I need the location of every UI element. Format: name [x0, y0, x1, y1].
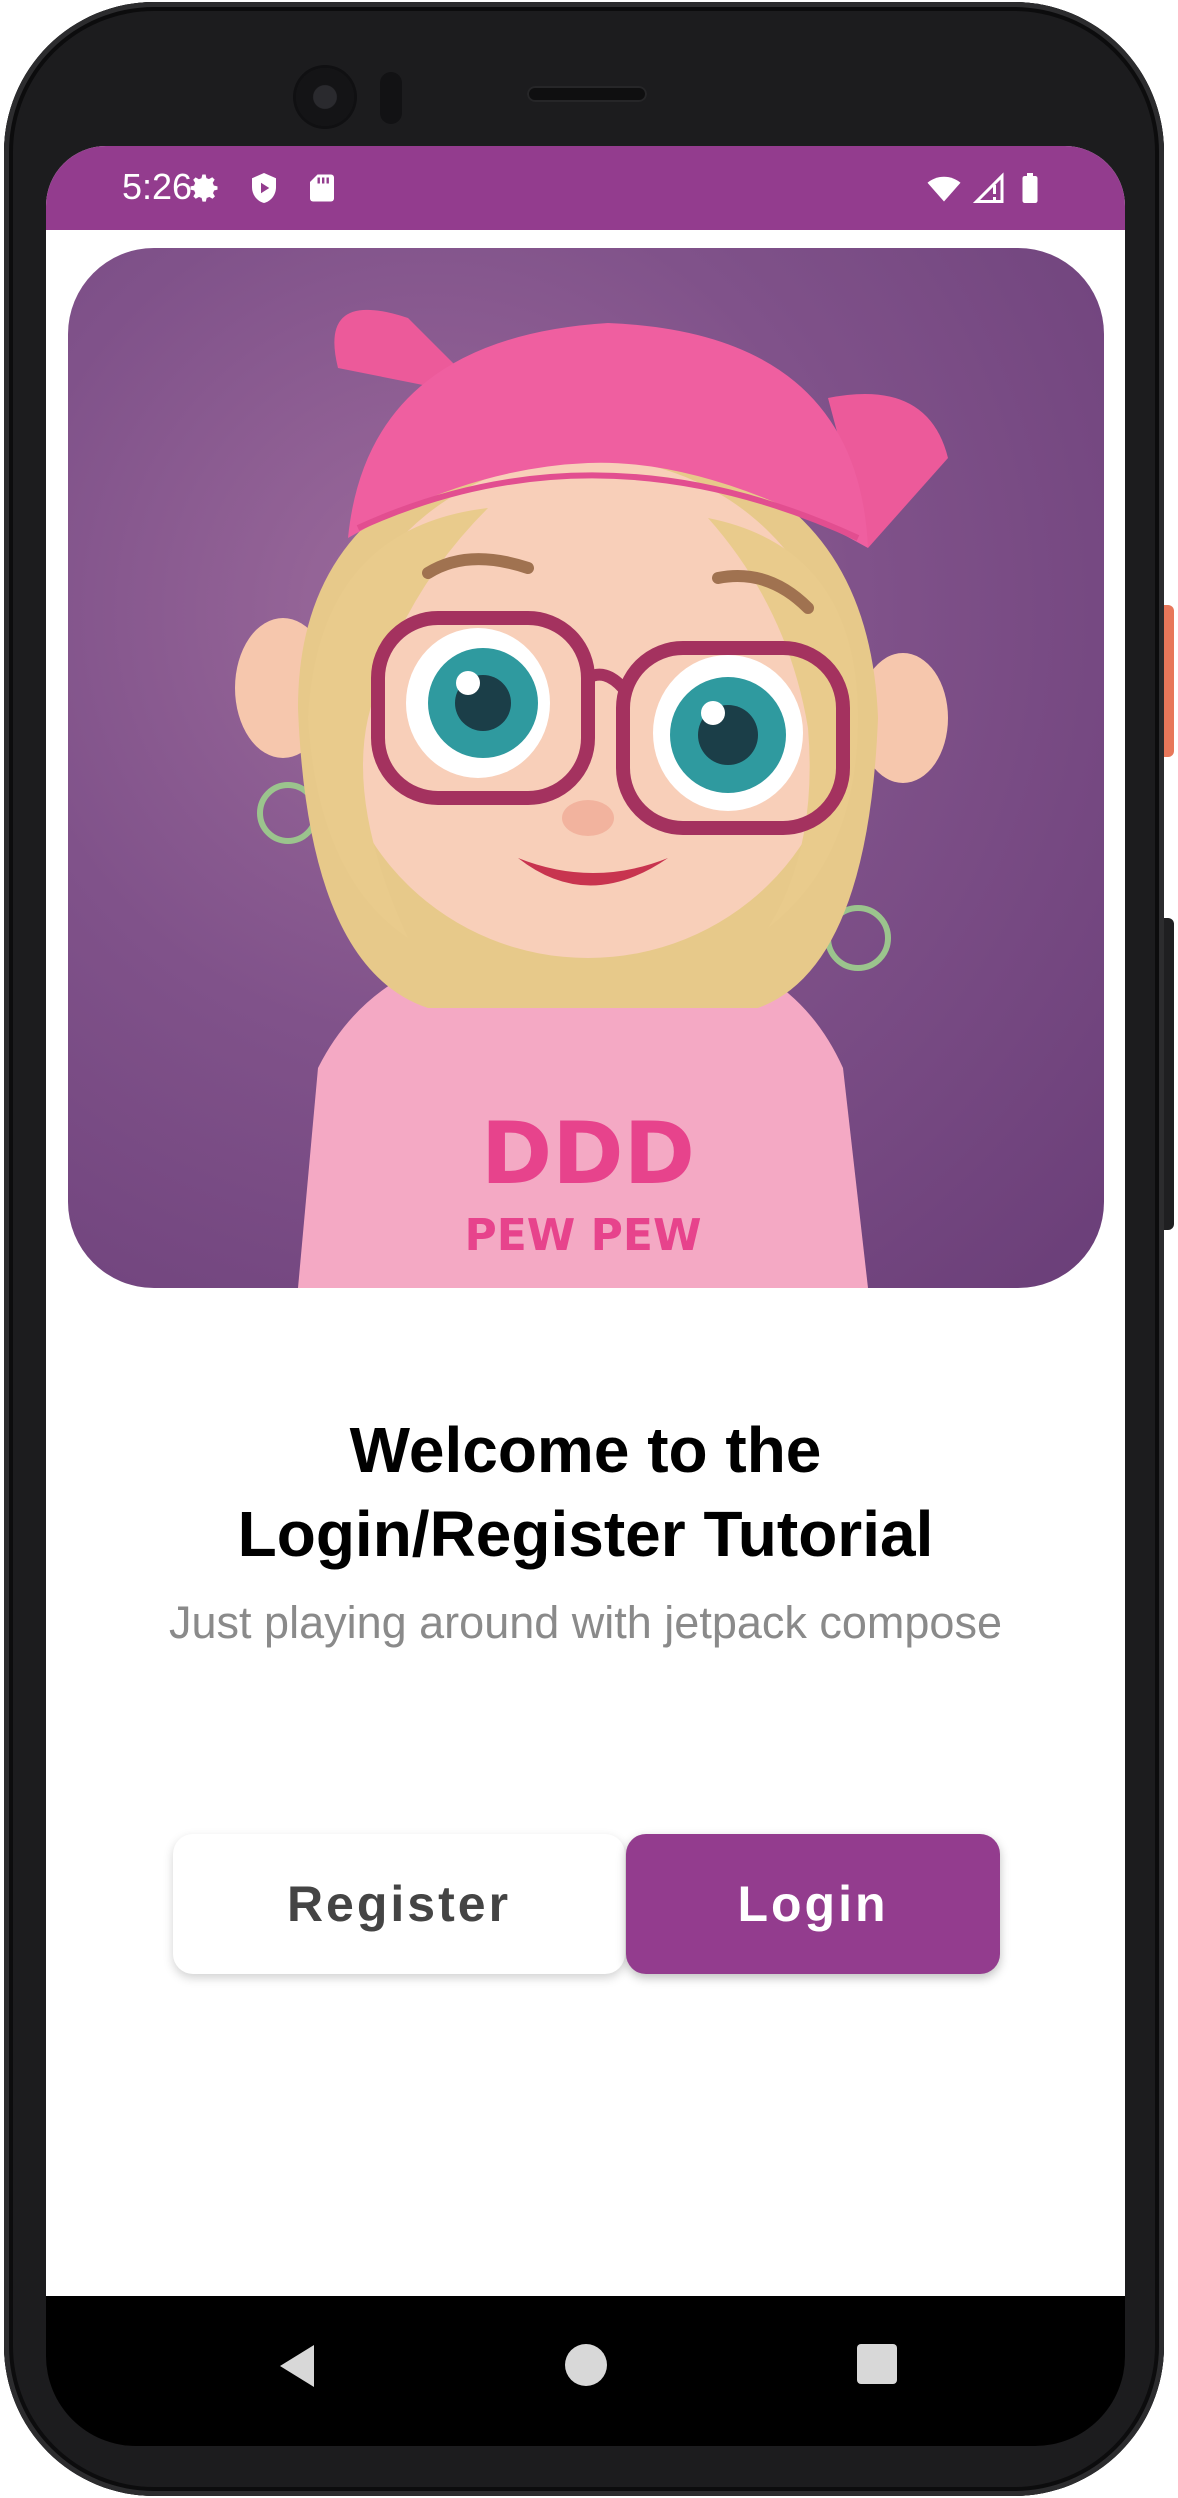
welcome-title-line2: Login/Register Tutorial: [237, 1498, 934, 1570]
volume-button: [1164, 918, 1174, 1230]
proximity-sensor: [380, 72, 402, 124]
battery-icon: [1022, 173, 1038, 203]
navigation-bar: [46, 2296, 1125, 2446]
front-camera: [296, 68, 354, 126]
app-screen: 5:26 DDD PEW PEW Welcome to the Login/Re…: [46, 146, 1125, 2296]
back-icon[interactable]: [274, 2341, 318, 2391]
status-bar: 5:26: [46, 146, 1125, 230]
hero-illustration: DDD PEW PEW: [68, 248, 1104, 1288]
register-button[interactable]: Register: [173, 1834, 625, 1974]
status-time: 5:26: [122, 166, 193, 207]
cell-signal-icon: [972, 172, 1004, 203]
welcome-title-line1: Welcome to the: [349, 1414, 822, 1486]
welcome-subtitle: Just playing around with jetpack compose: [169, 1597, 1002, 1648]
register-button-label: Register: [286, 1876, 512, 1932]
earpiece-speaker: [527, 86, 647, 102]
welcome-title: Welcome to the Login/Register Tutorial: [46, 1408, 1125, 1576]
wifi-icon: [927, 176, 961, 202]
shield-play-icon: [252, 173, 276, 203]
home-icon[interactable]: [562, 2341, 610, 2389]
welcome-screen: DDD PEW PEW Welcome to the Login/Registe…: [46, 230, 1125, 2296]
power-button: [1164, 605, 1174, 757]
cartoon-girl-image: DDD PEW PEW: [235, 309, 948, 1288]
recents-icon[interactable]: [854, 2341, 900, 2387]
login-button-label: Login: [737, 1876, 889, 1932]
shirt-print-bottom: PEW PEW: [465, 1210, 702, 1261]
settings-gear-icon: [190, 174, 218, 202]
sd-card-icon: [310, 174, 334, 202]
login-button[interactable]: Login: [626, 1834, 1000, 1974]
shirt-print-top: DDD: [481, 1104, 695, 1204]
